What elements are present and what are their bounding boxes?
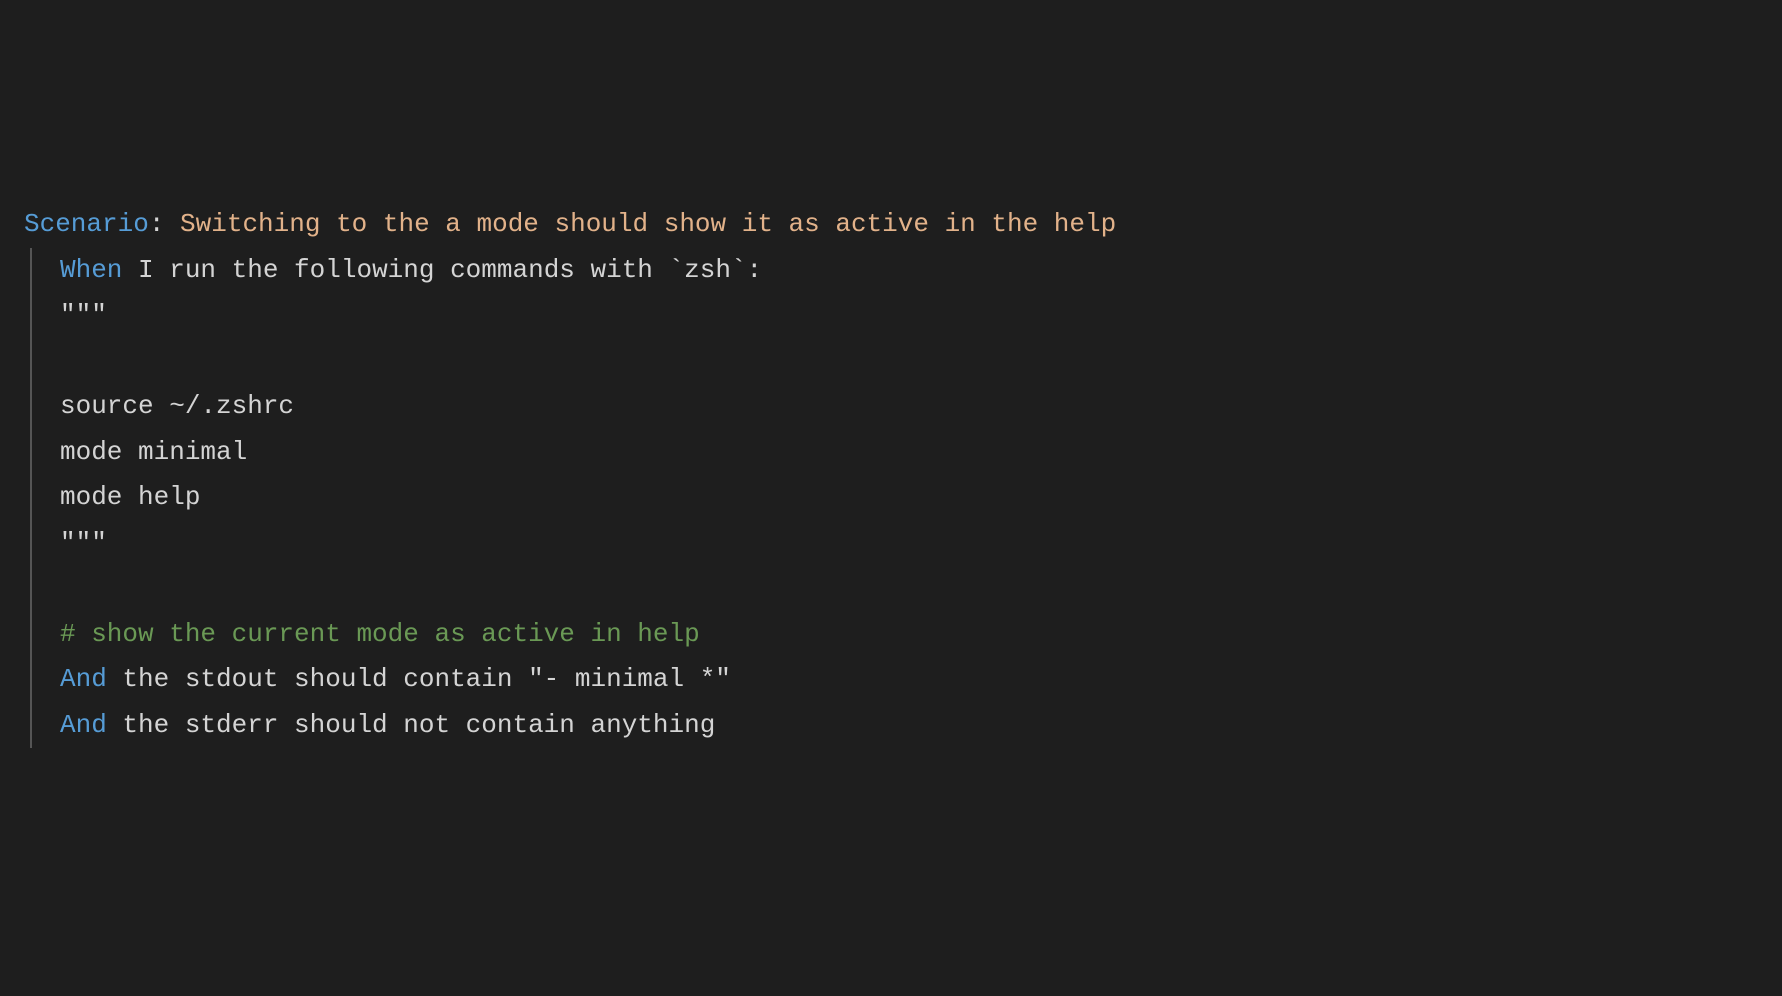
and1-keyword: And xyxy=(60,664,107,694)
gherkin-code-block: Scenario: Switching to the a mode should… xyxy=(24,202,1758,748)
and2-text: the stderr should not contain anything xyxy=(107,710,716,740)
and-step-2: And the stderr should not contain anythi… xyxy=(60,710,715,740)
scenario-line: Scenario: Switching to the a mode should… xyxy=(24,209,1116,239)
scenario-keyword: Scenario xyxy=(24,209,149,239)
when-keyword: When xyxy=(60,255,122,285)
docstring-line1: source ~/.zshrc xyxy=(60,391,294,421)
docstring-open: """ xyxy=(60,300,107,330)
and1-text: the stdout should contain "- minimal *" xyxy=(107,664,731,694)
and-step-1: And the stdout should contain "- minimal… xyxy=(60,664,731,694)
scenario-title: Switching to the a mode should show it a… xyxy=(164,209,1116,239)
and2-keyword: And xyxy=(60,710,107,740)
comment-line: # show the current mode as active in hel… xyxy=(60,619,700,649)
scenario-body: When I run the following commands with `… xyxy=(30,248,1758,749)
docstring-close: """ xyxy=(60,528,107,558)
docstring-line3: mode help xyxy=(60,482,200,512)
when-text: I run the following commands with `zsh`: xyxy=(122,255,762,285)
scenario-colon: : xyxy=(149,209,165,239)
docstring-line2: mode minimal xyxy=(60,437,247,467)
when-step: When I run the following commands with `… xyxy=(60,255,762,285)
